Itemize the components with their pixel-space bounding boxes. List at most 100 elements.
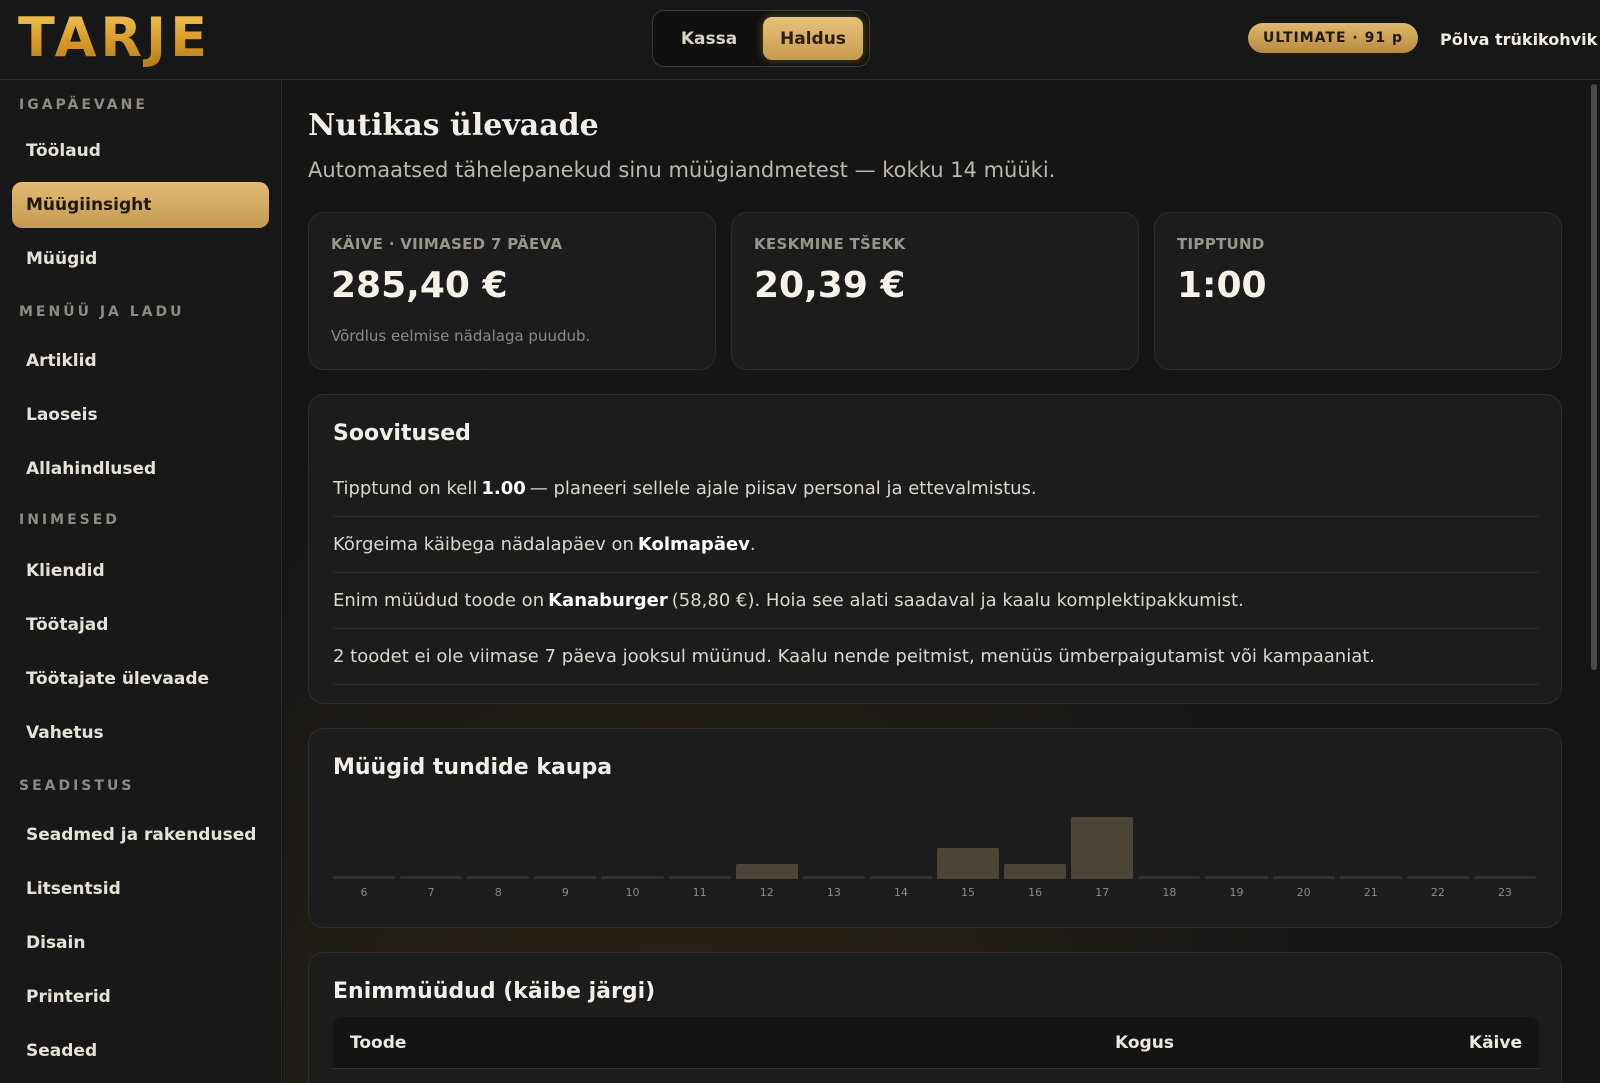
column-header-toode[interactable]: Toode [350, 1017, 406, 1069]
hour-tick-label: 8 [494, 886, 502, 899]
hour-bar-22 [1406, 876, 1469, 879]
sidebar-item-tootajad[interactable]: Töötajad [12, 602, 269, 648]
section-title-inimesed: INIMESED [19, 512, 120, 528]
main-content: Nutikas ülevaade Automaatsed tähelepanek… [283, 80, 1600, 1083]
recommendations-card: Soovitused Tipptund on kell 1.00 — plane… [308, 394, 1562, 704]
hour-bar-13 [802, 876, 865, 879]
hour-bar-23 [1473, 876, 1536, 879]
rec-text: Kõrgeima käibega nädalapäev on [333, 534, 634, 555]
column-header-kogus[interactable]: Kogus [1115, 1017, 1174, 1069]
hour-tick-label: 7 [427, 886, 435, 899]
sidebar-item-toolaud[interactable]: Töölaud [12, 128, 269, 174]
hourly-chart-card: Müügid tundide kaupa 6 7 8 9 10 11 12 13 14 15 16 1… [308, 728, 1562, 928]
sidebar: IGAPÄEVANE Töölaud Müügiinsight Müügid M… [0, 80, 282, 1083]
sidebar-item-muugiinsight[interactable]: Müügiinsight [12, 182, 269, 228]
sidebar-item-tootajate-ulevaade[interactable]: Töötajate ülevaade [12, 656, 269, 702]
app-logo[interactable]: TARJE [18, 8, 211, 68]
kpi-label: KÄIVE · VIIMASED 7 PÄEVA [331, 235, 563, 253]
page-title: Nutikas ülevaade [308, 108, 599, 143]
hour-tick-label: 14 [893, 886, 908, 899]
hour-tick-label: 22 [1430, 886, 1445, 899]
hour-tick-label: 12 [759, 886, 774, 899]
rec-highlight: Kolmapäev [637, 534, 750, 555]
section-title-seadistus: SEADISTUS [19, 778, 135, 794]
hour-bar-21 [1339, 876, 1402, 879]
hour-bar-8 [467, 876, 530, 879]
rec-text: 2 toodet ei ole viimase 7 päeva jooksul … [333, 646, 1376, 667]
page-subtitle: Automaatsed tähelepanekud sinu müügiandm… [308, 158, 1056, 182]
hour-bar-11 [668, 876, 731, 879]
sidebar-item-kliendid[interactable]: Kliendid [12, 548, 269, 594]
hour-tick-label: 13 [826, 886, 841, 899]
kpi-value: 20,39 € [754, 265, 906, 306]
hour-bar-9 [534, 876, 597, 879]
sidebar-item-printerid[interactable]: Printerid [12, 974, 269, 1020]
hour-bar-14 [869, 876, 932, 879]
sidebar-item-laoseis[interactable]: Laoseis [12, 392, 269, 438]
sidebar-item-artiklid[interactable]: Artiklid [12, 338, 269, 384]
rec-text: . [749, 534, 756, 555]
hour-tick-label: 19 [1229, 886, 1244, 899]
recommendation-row: Enim müüdud toode on Kanaburger (58,80 €… [333, 573, 1539, 629]
sidebar-item-vahetus[interactable]: Vahetus [12, 710, 269, 756]
kpi-card-peak-hour: TIPPTUND 1:00 [1154, 212, 1562, 370]
hour-tick-label: 16 [1028, 886, 1043, 899]
hour-bar-18 [1138, 876, 1201, 879]
rec-text: Tipptund on kell [333, 478, 478, 499]
rec-highlight: Kanaburger [548, 590, 668, 611]
rec-text: Enim müüdud toode on [333, 590, 545, 611]
mode-kassa-button[interactable]: Kassa [659, 17, 759, 60]
hour-bar-12 [735, 863, 798, 879]
hour-tick-label: 10 [625, 886, 640, 899]
hour-bar-6 [333, 876, 396, 879]
sidebar-item-seaded[interactable]: Seaded [12, 1028, 269, 1074]
hour-tick-label: 15 [961, 886, 976, 899]
sidebar-item-allahindlused[interactable]: Allahindlused [12, 446, 269, 492]
hour-bar-7 [400, 876, 463, 879]
rec-highlight: 1.00 [481, 478, 526, 499]
recommendation-row: Tipptund on kell 1.00 — planeeri sellele… [333, 461, 1539, 517]
hour-bar-10 [601, 876, 664, 879]
kpi-label: TIPPTUND [1177, 235, 1265, 253]
hourly-bar-chart: 6 7 8 9 10 11 12 13 14 15 16 17 18 19 20 21 22 23 [333, 809, 1541, 899]
recommendations-title: Soovitused [333, 421, 471, 446]
rec-text: (58,80 €). Hoia see alati saadaval ja ka… [671, 590, 1244, 611]
recommendation-row: Kõrgeima käibega nädalapäev on Kolmapäev… [333, 517, 1539, 573]
mode-haldus-button[interactable]: Haldus [763, 17, 863, 60]
kpi-value: 285,40 € [331, 265, 508, 306]
plan-badge[interactable]: ULTIMATE · 91 p [1248, 23, 1418, 53]
recommendation-row: 2 toodet ei ole viimase 7 päeva jooksul … [333, 629, 1539, 685]
hour-bar-17 [1071, 817, 1134, 879]
kpi-value: 1:00 [1177, 265, 1267, 306]
sidebar-item-muugid[interactable]: Müügid [12, 236, 269, 282]
sidebar-item-litsentsid[interactable]: Litsentsid [12, 866, 269, 912]
hour-tick-label: 23 [1497, 886, 1512, 899]
hourly-chart-title: Müügid tundide kaupa [333, 755, 613, 780]
top-bar: TARJE Kassa Haldus ULTIMATE · 91 p Põlva… [0, 0, 1600, 80]
shop-name[interactable]: Põlva trükikohvik [1440, 24, 1597, 54]
top-sellers-card: Enimmüüdud (käibe järgi) Toode Kogus Käi… [308, 952, 1562, 1083]
rec-text: — planeeri sellele ajale piisav personal… [529, 478, 1037, 499]
hour-tick-label: 20 [1296, 886, 1311, 899]
column-header-kaive[interactable]: Käive [1469, 1017, 1522, 1069]
kpi-label: KESKMINE TŠEKK [754, 235, 906, 253]
hour-bar-15 [937, 848, 1000, 879]
mode-switch: Kassa Haldus [652, 10, 870, 67]
hour-bar-19 [1205, 876, 1268, 879]
section-title-menuu-ja-ladu: MENÜÜ JA LADU [19, 304, 185, 320]
hour-tick-label: 21 [1363, 886, 1378, 899]
main-scrollbar[interactable] [1591, 84, 1597, 670]
kpi-card-revenue: KÄIVE · VIIMASED 7 PÄEVA 285,40 € Võrdlu… [308, 212, 716, 370]
kpi-note: Võrdlus eelmise nädalaga puudub. [331, 327, 591, 345]
table-header: Toode Kogus Käive [333, 1017, 1539, 1069]
kpi-card-average-check: KESKMINE TŠEKK 20,39 € [731, 212, 1139, 370]
hour-tick-label: 9 [561, 886, 569, 899]
hour-tick-label: 17 [1095, 886, 1110, 899]
hour-tick-label: 11 [692, 886, 707, 899]
hour-bar-16 [1004, 863, 1067, 879]
section-title-igapaevane: IGAPÄEVANE [19, 97, 148, 113]
hour-tick-label: 18 [1162, 886, 1177, 899]
sidebar-item-disain[interactable]: Disain [12, 920, 269, 966]
sidebar-item-seadmed[interactable]: Seadmed ja rakendused [12, 812, 269, 858]
top-sellers-title: Enimmüüdud (käibe järgi) [333, 979, 656, 1004]
